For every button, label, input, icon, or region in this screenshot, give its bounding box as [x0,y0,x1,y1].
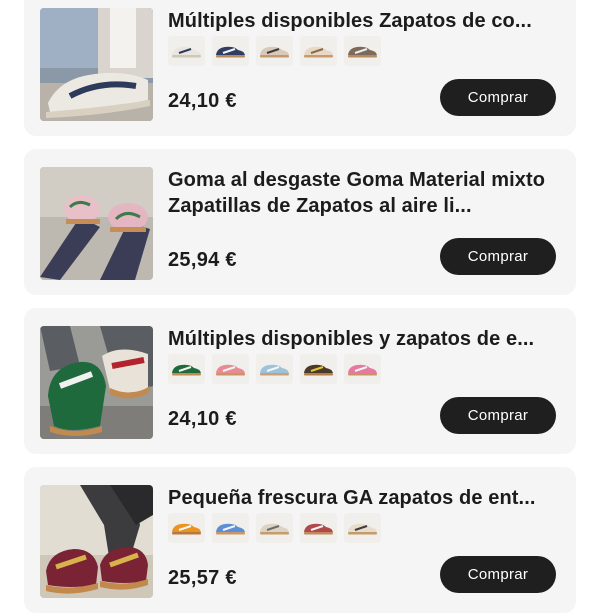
color-variant-swatch[interactable] [168,513,205,543]
sneaker-photo-burgundy-gold [40,485,153,598]
sneaker-icon [260,364,289,376]
color-variant-swatch[interactable] [212,513,249,543]
color-variant-swatch[interactable] [300,36,337,66]
product-price: 24,10 € [168,90,237,112]
product-image[interactable] [40,326,153,439]
sneaker-icon [216,46,245,58]
sneaker-icon [304,364,333,376]
product-title[interactable]: Goma al desgaste Goma Material mixto Zap… [168,167,560,219]
product-title[interactable]: Múltiples disponibles y zapatos de e... [168,326,560,352]
sneaker-icon [348,46,377,58]
product-card[interactable]: Múltiples disponibles y zapatos de e... … [24,308,576,454]
product-card[interactable]: Pequeña frescura GA zapatos de ent... 25… [24,467,576,613]
color-variant-swatch[interactable] [344,513,381,543]
color-variant-swatch[interactable] [300,513,337,543]
buy-button[interactable]: Comprar [440,238,556,275]
sneaker-icon [216,364,245,376]
sneaker-icon [348,364,377,376]
color-variant-swatch[interactable] [344,354,381,384]
sneaker-icon [304,46,333,58]
product-image[interactable] [40,8,153,121]
color-variant-swatch[interactable] [256,354,293,384]
color-variant-swatch[interactable] [256,513,293,543]
color-swatches [168,354,381,384]
color-variant-swatch[interactable] [212,354,249,384]
color-variant-swatch[interactable] [168,354,205,384]
sneaker-icon [172,364,201,376]
product-image[interactable] [40,485,153,598]
sneaker-photo-white-navy [40,8,153,121]
color-swatches [168,36,381,66]
product-price: 24,10 € [168,408,237,430]
sneaker-icon [172,523,201,535]
product-card[interactable]: Múltiples disponibles Zapatos de co... 2… [24,0,576,136]
sneaker-icon [304,523,333,535]
color-variant-swatch[interactable] [344,36,381,66]
product-price: 25,57 € [168,567,237,589]
sneaker-icon [260,46,289,58]
product-price: 25,94 € [168,249,237,271]
buy-button[interactable]: Comprar [440,397,556,434]
color-variant-swatch[interactable] [300,354,337,384]
sneaker-photo-floral-pink [40,167,153,280]
product-title[interactable]: Pequeña frescura GA zapatos de ent... [168,485,560,511]
product-card[interactable]: Goma al desgaste Goma Material mixto Zap… [24,149,576,295]
sneaker-photo-green-red [40,326,153,439]
color-variant-swatch[interactable] [212,36,249,66]
color-variant-swatch[interactable] [168,36,205,66]
sneaker-icon [216,523,245,535]
buy-button[interactable]: Comprar [440,556,556,593]
buy-button[interactable]: Comprar [440,79,556,116]
sneaker-icon [172,46,201,58]
color-variant-swatch[interactable] [256,36,293,66]
product-title[interactable]: Múltiples disponibles Zapatos de co... [168,8,560,34]
product-image[interactable] [40,167,153,280]
color-swatches [168,513,381,543]
sneaker-icon [348,523,377,535]
sneaker-icon [260,523,289,535]
